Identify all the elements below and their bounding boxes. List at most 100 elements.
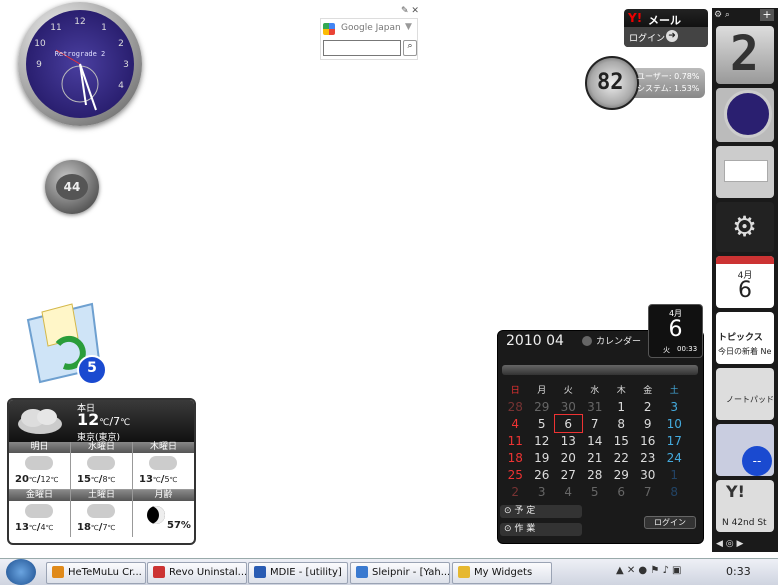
day-cell[interactable]: 22	[608, 449, 635, 466]
sidebar-digit-gadget[interactable]: 2	[716, 26, 774, 84]
forecast-temp: 20℃/12℃	[15, 474, 59, 485]
day-cell[interactable]: 31	[582, 398, 609, 415]
google-search-gadget[interactable]: Google Japan ▼ ⌕	[320, 18, 418, 60]
sidebar-google-gadget[interactable]	[716, 146, 774, 198]
calendar-widget[interactable]: 2010 04 カレンダー 日月火水木金土 28 29 30 31 1 2 3 4 5 6 7 8 9 10…	[497, 330, 704, 544]
day-cell[interactable]: 19	[529, 449, 556, 466]
forecast-grid: 明日 20℃/12℃ 水曜日 15℃/8℃ 木曜日 13℃/5℃ 金曜日 13℃/4℃ 土曜日 1…	[9, 442, 194, 537]
day-cell[interactable]: 3	[661, 398, 688, 415]
schedule-button[interactable]: ⊙ 予 定	[500, 505, 582, 518]
app-icon	[458, 566, 470, 578]
day-cell[interactable]: 5	[529, 415, 556, 432]
day-cell[interactable]: 29	[608, 466, 635, 483]
day-cell[interactable]: 30	[635, 466, 662, 483]
day-cell[interactable]: 8	[608, 415, 635, 432]
day-cell[interactable]: 18	[502, 449, 529, 466]
day-cell[interactable]: 30	[555, 398, 582, 415]
forecast-cell: 明日 20℃/12℃	[9, 442, 70, 489]
day-cell[interactable]: 2	[635, 398, 662, 415]
gadget-options-icon[interactable]: ✎ ✕	[401, 6, 419, 16]
day-cell[interactable]: 15	[608, 432, 635, 449]
day-cell[interactable]: 7	[635, 483, 662, 500]
arrow-right-icon[interactable]: ➜	[666, 30, 678, 42]
day-cell[interactable]: 9	[635, 415, 662, 432]
cpu-meter-widget[interactable]: 82 ユーザー: 0.78% システム: 1.53%	[585, 56, 707, 110]
day-cell[interactable]: 10	[661, 415, 688, 432]
day-cell[interactable]: 4	[502, 415, 529, 432]
date-tile[interactable]: 4月 6 火 00:33	[648, 304, 703, 358]
taskbar-clock[interactable]: 0:33	[726, 565, 751, 578]
day-cell[interactable]: 25	[502, 466, 529, 483]
search-icon[interactable]: ⌕	[403, 40, 417, 56]
day-cell[interactable]: 17	[661, 432, 688, 449]
sidebar-calendar-gadget[interactable]: 4月 6	[716, 256, 774, 308]
weather-widget[interactable]: 本日 12℃/7℃ 東京(東京) 明日 20℃/12℃ 水曜日 15℃/8℃ 木曜日 13…	[7, 398, 196, 545]
day-cell[interactable]: 14	[582, 432, 609, 449]
forecast-day: 土曜日	[71, 490, 132, 501]
sidebar-topics-gadget[interactable]: トピックス 今日の新着 Ne	[716, 312, 774, 364]
day-cell[interactable]: 13	[555, 432, 582, 449]
day-cell[interactable]: 4	[555, 483, 582, 500]
day-cell[interactable]: 28	[582, 466, 609, 483]
day-cell[interactable]: 16	[635, 432, 662, 449]
day-cell[interactable]: 23	[635, 449, 662, 466]
recycle-bin-widget[interactable]: 5	[22, 298, 112, 390]
svg-text:4: 4	[118, 81, 124, 91]
day-cell[interactable]: 27	[555, 466, 582, 483]
add-gadget-icon[interactable]: +	[760, 9, 774, 21]
day-cell[interactable]: 3	[529, 483, 556, 500]
start-button[interactable]	[6, 559, 36, 585]
taskbar-button[interactable]: HeTeMuLu Cr...	[46, 562, 146, 584]
sidebar-weather-gadget[interactable]: --	[716, 424, 774, 476]
sidebar-clock-gadget[interactable]	[716, 88, 774, 142]
day-cell[interactable]: 26	[529, 466, 556, 483]
tile-day: 6	[668, 317, 683, 342]
taskbar-button[interactable]: MDIE - [utility]	[248, 562, 348, 584]
day-cell[interactable]: 12	[529, 432, 556, 449]
sidebar-settings-icon[interactable]: ⚙ ⌕	[714, 10, 730, 20]
day-cell[interactable]: 1	[661, 466, 688, 483]
day-cell[interactable]: 1	[608, 398, 635, 415]
day-cell[interactable]: 20	[555, 449, 582, 466]
calendar-login-button[interactable]: ログイン	[644, 516, 696, 529]
day-cell[interactable]: 28	[502, 398, 529, 415]
svg-text:3: 3	[123, 60, 129, 70]
taskbar-button[interactable]: My Widgets	[452, 562, 552, 584]
task-button[interactable]: ⊙ 作 業	[500, 523, 582, 536]
forecast-cell: 土曜日 18℃/7℃	[71, 490, 132, 537]
recycle-bin-icon	[26, 302, 107, 385]
day-cell[interactable]: 11	[502, 432, 529, 449]
task-label: 作 業	[514, 524, 536, 534]
day-cell[interactable]: 29	[529, 398, 556, 415]
day-cell[interactable]: 24	[661, 449, 688, 466]
dropdown-icon[interactable]: ▼	[405, 22, 412, 32]
day-cell[interactable]: 2	[502, 483, 529, 500]
taskbar-button[interactable]: Sleipnir - [Yah...	[350, 562, 450, 584]
google-search-input[interactable]	[323, 40, 401, 56]
day-cell[interactable]: 6	[608, 483, 635, 500]
tray-icons[interactable]: ▲ ✕ ● ⚑ ♪ ▣	[616, 565, 681, 576]
day-cell[interactable]: 5	[582, 483, 609, 500]
sidebar-settings-gadget[interactable]: ⚙	[716, 202, 774, 252]
cloud-sun-icon	[149, 456, 177, 470]
day-cell[interactable]: 7	[582, 415, 609, 432]
sidebar-news-gadget[interactable]: Y! N 42nd St	[716, 480, 774, 532]
day-cell[interactable]: 6	[554, 414, 583, 433]
cloud-icon	[18, 409, 62, 434]
taskbar-button[interactable]: Revo Uninstal...	[147, 562, 247, 584]
today-temp: 12℃/7℃	[77, 410, 131, 429]
day-cell[interactable]: 8	[661, 483, 688, 500]
analog-clock-widget[interactable]: 12 1 2 349 10 11 Retrograde 2	[18, 2, 142, 126]
calendar-up-icon[interactable]	[582, 336, 592, 346]
sidebar-notepad-gadget[interactable]: ノートパッド	[716, 368, 774, 420]
sidebar-nav-icons[interactable]: ◀ ◎ ▶	[716, 539, 743, 549]
recycle-count: 5	[87, 360, 97, 376]
app-icon	[52, 566, 64, 578]
temp-unit-2: ℃	[120, 418, 131, 428]
gauge-widget[interactable]: 44	[45, 160, 99, 214]
moon-value: 57%	[167, 520, 191, 531]
yahoo-mail-widget[interactable]: Y! メール ログイン ➜	[624, 9, 708, 47]
day-cell[interactable]: 21	[582, 449, 609, 466]
mail-login-label[interactable]: ログイン	[629, 31, 665, 44]
calendar-nav-bar[interactable]	[502, 365, 698, 375]
